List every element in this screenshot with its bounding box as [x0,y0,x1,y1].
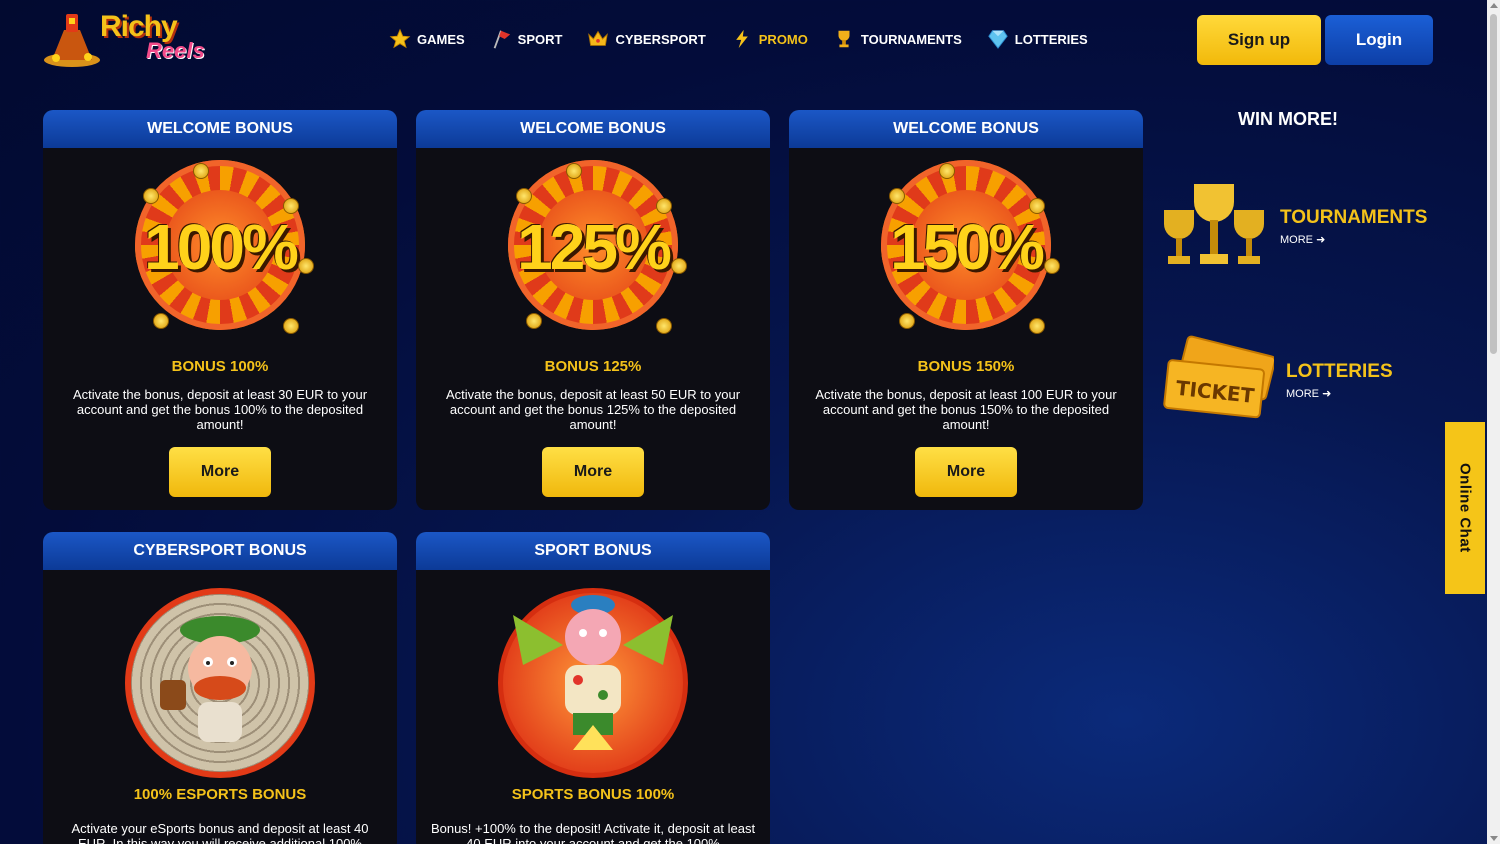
nav-cybersport-label: CYBERSPORT [615,31,706,47]
scroll-down-icon[interactable] [1490,836,1498,841]
nav-lotteries[interactable]: LOTTERIES [986,27,1088,51]
sidebar-lotteries[interactable]: TICKET LOTTERIES MORE ➜ [1162,335,1393,425]
bonus-card-welcome-150: WELCOME BONUS 150% BONUS 150% Activate t… [789,110,1143,510]
arrow-right-icon: ➜ [1316,233,1326,246]
nav-sport-label: SPORT [517,31,563,47]
trophies-icon [1164,184,1264,264]
crown-icon [586,27,610,51]
sport-character-image [416,570,770,784]
nav-cybersport[interactable]: CYBERSPORT [586,27,706,51]
card-header: WELCOME BONUS [789,110,1143,148]
bonus-wheel-image: 100% [43,148,397,356]
card-header: WELCOME BONUS [416,110,770,148]
flag-icon [489,27,513,51]
card-subtitle: BONUS 100% [171,358,269,375]
bonus-card-welcome-125: WELCOME BONUS 125% BONUS 125% Activate t… [416,110,770,510]
sidebar-lotteries-more[interactable]: MORE ➜ [1286,387,1393,400]
sidebar-tournaments-more[interactable]: MORE ➜ [1280,233,1427,246]
card-subtitle: 100% ESPORTS BONUS [133,786,307,803]
bonus-wheel-image: 150% [789,148,1143,356]
nav-lotteries-label: LOTTERIES [1014,31,1088,47]
more-label: MORE [1280,233,1313,246]
card-subtitle: BONUS 125% [544,358,642,375]
card-description: Activate the bonus, deposit at least 100… [815,387,1117,432]
logo-pile-icon [44,14,100,67]
nav-promo[interactable]: PROMO [730,27,808,51]
bonus-percent-graphic: 125% [517,211,672,283]
nav-games[interactable]: GAMES [388,27,465,51]
scroll-thumb[interactable] [1490,14,1497,354]
sidebar-tournaments-title: TOURNAMENTS [1280,206,1428,228]
nav-tournaments-label: TOURNAMENTS [860,31,962,47]
card-header: CYBERSPORT BONUS [43,532,397,570]
scroll-up-icon[interactable] [1490,3,1498,8]
main-nav: GAMES SPORT CYBERSPORT PROMO TOURNAMENTS [388,27,1088,51]
more-button[interactable]: More [169,447,271,497]
arrow-right-icon: ➜ [1322,387,1332,400]
trophy-icon [832,27,856,51]
card-header: SPORT BONUS [416,532,770,570]
card-description: Activate the bonus, deposit at least 50 … [445,387,741,432]
sidebar-tournaments[interactable]: TOURNAMENTS MORE ➜ [1160,180,1427,272]
bonus-percent-graphic: 150% [890,211,1045,283]
nav-promo-label: PROMO [758,31,808,47]
bonus-card-sport: SPORT BONUS SPORTS BONUS 100% Bonus! +10… [416,532,770,844]
bonus-card-welcome-100: WELCOME BONUS 100% BONUS 100% Activate t… [43,110,397,510]
nav-tournaments[interactable]: TOURNAMENTS [832,27,962,51]
card-subtitle: SPORTS BONUS 100% [511,786,675,803]
card-header: WELCOME BONUS [43,110,397,148]
nav-games-label: GAMES [417,31,465,47]
more-button[interactable]: More [915,447,1017,497]
login-button[interactable]: Login [1325,15,1433,65]
more-button[interactable]: More [542,447,644,497]
logo-text-reels: Reels [146,38,205,63]
bonus-percent-graphic: 100% [144,211,299,283]
tourist-character-icon [513,595,673,750]
logo[interactable]: Richy Reels [42,10,207,70]
card-description: Activate the bonus, deposit at least 30 … [72,387,368,432]
signup-button[interactable]: Sign up [1197,15,1321,65]
star-icon [388,27,412,51]
win-more-title: WIN MORE! [1238,109,1338,129]
sidebar-lotteries-title: LOTTERIES [1286,360,1393,382]
lightning-icon [730,27,754,51]
card-subtitle: BONUS 150% [917,358,1015,375]
card-description: Bonus! +100% to the deposit! Activate it… [430,821,756,844]
card-description: Activate your eSports bonus and deposit … [71,821,369,844]
tickets-icon: TICKET [1163,335,1274,419]
page-scrollbar[interactable] [1487,0,1500,844]
more-label: MORE [1286,387,1319,400]
site-header: Richy Reels GAMES SPORT CYBERSPORT PROMO… [0,0,1500,80]
online-chat-button[interactable]: Online Chat [1445,422,1485,594]
nav-sport[interactable]: SPORT [489,27,563,51]
bonus-card-cybersport: CYBERSPORT BONUS 100% ESPORTS BONUS Acti… [43,532,397,844]
bonus-wheel-image: 125% [416,148,770,356]
cybersport-character-image [43,570,397,784]
leprechaun-character-icon [160,616,260,742]
online-chat-label: Online Chat [1456,463,1474,553]
diamond-icon [986,27,1010,51]
